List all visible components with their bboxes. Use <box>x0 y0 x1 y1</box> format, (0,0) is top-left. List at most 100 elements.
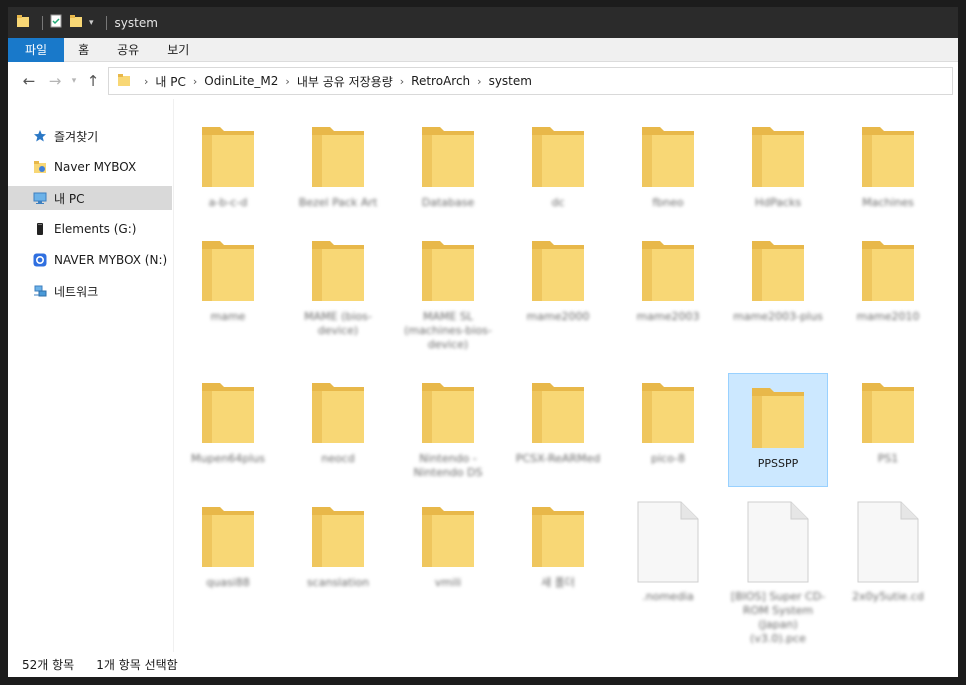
item-label: quasi88 <box>206 576 250 589</box>
chevron-right-icon: › <box>144 74 149 88</box>
file-icon <box>857 501 919 586</box>
address-bar[interactable]: › 내 PC › OdinLite_M2 › 내부 공유 저장용량 › Retr… <box>108 67 953 95</box>
folder-item[interactable]: vmili <box>398 501 498 590</box>
tab-share[interactable]: 공유 <box>103 38 153 62</box>
breadcrumb-system[interactable]: system <box>489 74 532 88</box>
folder-item[interactable]: a-b-c-d <box>178 121 278 210</box>
properties-icon[interactable] <box>49 14 63 31</box>
pc-icon <box>32 190 48 206</box>
folder-icon <box>420 121 476 192</box>
navigation-row: ← → ▾ ↑ › 내 PC › OdinLite_M2 › 내부 공유 저장용… <box>8 63 958 99</box>
breadcrumb-my-pc[interactable]: 내 PC <box>155 73 185 90</box>
item-label: 새 폴더 <box>541 576 575 589</box>
sidebar-item-favorites[interactable]: 즐겨찾기 <box>8 124 172 148</box>
item-label: MAME SL (machines-bios-device) <box>404 310 492 351</box>
folder-item[interactable]: mame2000 <box>508 235 608 324</box>
folder-item[interactable]: dc <box>508 121 608 210</box>
file-item[interactable]: [BIOS] Super CD-ROM System (Japan) (v3.0… <box>728 501 828 646</box>
folder-item[interactable]: 새 폴더 <box>508 501 608 590</box>
drive-icon <box>32 221 48 237</box>
chevron-right-icon[interactable]: › <box>477 75 481 88</box>
folder-icon <box>117 73 131 90</box>
folder-item[interactable]: quasi88 <box>178 501 278 590</box>
item-label: mame2003 <box>636 310 700 323</box>
file-icon <box>637 501 699 586</box>
folder-item[interactable]: Machines <box>838 121 938 210</box>
breadcrumb-retroarch[interactable]: RetroArch <box>411 74 470 88</box>
file-item[interactable]: .nomedia <box>618 501 718 604</box>
folder-item[interactable]: MAME (bios-device) <box>288 235 388 338</box>
folder-item[interactable]: MAME SL (machines-bios-device) <box>398 235 498 352</box>
folder-icon <box>200 121 256 192</box>
folder-icon <box>16 14 30 31</box>
tab-home[interactable]: 홈 <box>64 38 103 62</box>
navigation-pane: 즐겨찾기 Naver MYBOX 내 PC Elements (G:) NAVE… <box>8 99 174 652</box>
item-label: dc <box>551 196 565 209</box>
item-label: a-b-c-d <box>208 196 248 209</box>
folder-icon <box>200 235 256 306</box>
item-label: PCSX-ReARMed <box>515 452 601 465</box>
folder-item[interactable]: mame <box>178 235 278 324</box>
folder-item[interactable]: mame2003-plus <box>728 235 828 324</box>
folder-icon <box>530 235 586 306</box>
item-label: [BIOS] Super CD-ROM System (Japan) (v3.0… <box>730 590 826 645</box>
folder-icon <box>860 121 916 192</box>
sidebar-item-elements-drive[interactable]: Elements (G:) <box>8 217 172 241</box>
item-label: pico-8 <box>651 452 685 465</box>
folder-item[interactable]: PPSSPP <box>728 373 828 487</box>
selection-count: 1개 항목 선택함 <box>96 658 178 672</box>
item-label: vmili <box>434 576 462 589</box>
item-label: Mupen64plus <box>191 452 265 465</box>
divider <box>105 15 107 30</box>
customize-dropdown-icon[interactable]: ▾ <box>89 18 94 28</box>
folder-item[interactable]: Mupen64plus <box>178 377 278 466</box>
folder-item[interactable]: mame2003 <box>618 235 718 324</box>
folder-item[interactable]: Nintendo - Nintendo DS <box>398 377 498 480</box>
chevron-right-icon[interactable]: › <box>193 75 197 88</box>
item-label: Nintendo - Nintendo DS <box>413 452 483 479</box>
item-label: MAME (bios-device) <box>304 310 372 337</box>
folder-item[interactable]: Database <box>398 121 498 210</box>
folder-icon <box>860 377 916 448</box>
item-label: mame2010 <box>856 310 920 323</box>
folder-icon <box>420 501 476 572</box>
folder-item[interactable]: PCSX-ReARMed <box>508 377 608 466</box>
sidebar-item-label: 즐겨찾기 <box>54 129 99 144</box>
sidebar-item-my-pc[interactable]: 내 PC <box>8 186 172 210</box>
folder-icon <box>310 235 366 306</box>
folder-item[interactable]: neocd <box>288 377 388 466</box>
file-item[interactable]: 2x0y5utie.cd <box>838 501 938 604</box>
sidebar-item-naver-mybox[interactable]: Naver MYBOX <box>8 155 172 179</box>
folder-item[interactable]: HdPacks <box>728 121 828 210</box>
up-button[interactable]: ↑ <box>80 68 106 94</box>
item-label: PS1 <box>877 452 899 465</box>
folder-item[interactable]: scanslation <box>288 501 388 590</box>
item-label: HdPacks <box>754 196 802 209</box>
folder-item[interactable]: PS1 <box>838 377 938 466</box>
folder-item[interactable]: pico-8 <box>618 377 718 466</box>
file-icon <box>747 501 809 586</box>
folder-item[interactable]: mame2010 <box>838 235 938 324</box>
folder-item[interactable]: Bezel Pack Art <box>288 121 388 210</box>
breadcrumb-internal-storage[interactable]: 내부 공유 저장용량 <box>297 73 393 90</box>
chevron-right-icon[interactable]: › <box>400 75 404 88</box>
chevron-right-icon[interactable]: › <box>285 75 289 88</box>
breadcrumb-odinlite[interactable]: OdinLite_M2 <box>204 74 278 88</box>
recent-dropdown-button[interactable]: ▾ <box>68 68 80 94</box>
tab-file[interactable]: 파일 <box>8 38 65 62</box>
ribbon-tabs: 파일 홈 공유 보기 <box>8 38 958 62</box>
folder-item[interactable]: fbneo <box>618 121 718 210</box>
title-bar: ▾ system <box>8 7 958 38</box>
forward-button[interactable]: → <box>42 68 68 94</box>
file-list-view[interactable]: a-b-c-d Bezel Pack Art Database dc fbneo HdPa… <box>176 99 958 652</box>
folder-icon <box>310 377 366 448</box>
item-label: fbneo <box>652 196 684 209</box>
sidebar-item-naver-mybox-drive[interactable]: NAVER MYBOX (N:) <box>8 248 172 272</box>
sidebar-item-network[interactable]: 네트워크 <box>8 279 172 303</box>
tab-view[interactable]: 보기 <box>153 38 203 62</box>
star-icon <box>32 128 48 144</box>
item-label: mame2000 <box>526 310 590 323</box>
mybox-drive-icon <box>32 252 48 268</box>
new-folder-icon[interactable] <box>69 14 83 31</box>
back-button[interactable]: ← <box>16 68 42 94</box>
